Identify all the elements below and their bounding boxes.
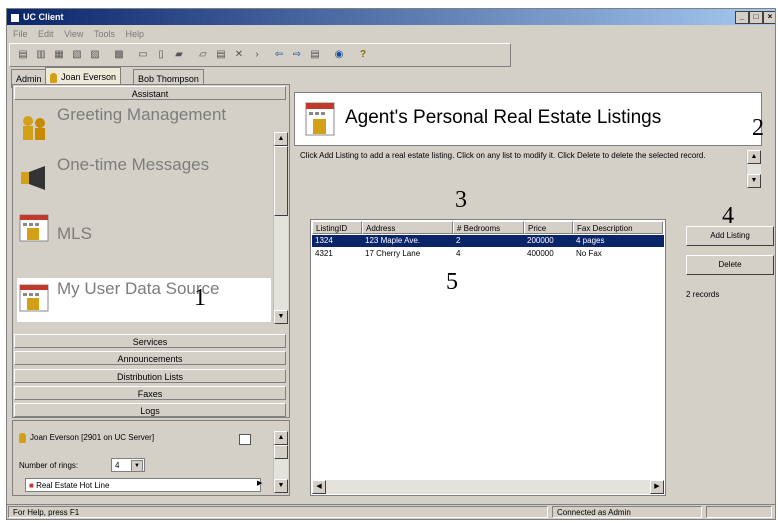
tool-icon[interactable]: ▥ bbox=[34, 48, 48, 61]
hotline-field[interactable]: ■ Real Estate Hot Line bbox=[25, 478, 261, 492]
menu-edit[interactable]: Edit bbox=[38, 29, 54, 39]
section-services[interactable]: Services bbox=[14, 334, 286, 348]
scroll-thumb[interactable] bbox=[274, 146, 288, 216]
assistant-list: Greeting Management One-time Messages ML… bbox=[15, 102, 273, 324]
connection-status: Connected as Admin bbox=[552, 506, 702, 518]
phone-icon[interactable] bbox=[239, 434, 251, 445]
chevron-right-icon[interactable]: ▶ bbox=[257, 479, 262, 487]
callout-2: 2 bbox=[752, 115, 764, 141]
scroll-down-icon[interactable]: ▼ bbox=[747, 174, 761, 188]
scroll-right-icon[interactable]: ▶ bbox=[650, 480, 664, 494]
add-listing-button[interactable]: Add Listing bbox=[686, 226, 774, 246]
scroll-up-icon[interactable]: ▲ bbox=[747, 150, 761, 164]
assistant-header[interactable]: Assistant bbox=[14, 86, 286, 100]
menu-bar: File Edit View Tools Help bbox=[7, 26, 775, 42]
column-header-listing-id[interactable]: ListingID bbox=[312, 221, 362, 234]
scroll-thumb[interactable] bbox=[274, 445, 288, 459]
user-status-panel: Joan Everson [2901 on UC Server] Number … bbox=[12, 420, 290, 496]
window-title: UC Client bbox=[23, 12, 64, 22]
status-pane-empty bbox=[706, 506, 772, 518]
column-header-fax-description[interactable]: Fax Description bbox=[573, 221, 663, 234]
menu-file[interactable]: File bbox=[13, 29, 28, 39]
maximize-button[interactable]: □ bbox=[749, 11, 763, 24]
scroll-left-icon[interactable]: ◀ bbox=[312, 480, 326, 494]
menu-tools[interactable]: Tools bbox=[94, 29, 115, 39]
tool-icon[interactable]: ▦ bbox=[52, 48, 66, 61]
tool-icon[interactable]: ▱ bbox=[196, 48, 210, 61]
help-status: For Help, press F1 bbox=[8, 506, 548, 518]
chevron-down-icon[interactable]: ▼ bbox=[131, 460, 143, 472]
help-icon[interactable]: ? bbox=[356, 48, 370, 61]
instructions-text: Click Add Listing to add a real estate l… bbox=[300, 151, 706, 160]
main-header: Agent's Personal Real Estate Listings bbox=[294, 92, 762, 146]
minimize-button[interactable]: _ bbox=[735, 11, 749, 24]
scroll-down-icon[interactable]: ▼ bbox=[274, 310, 288, 324]
person-icon bbox=[50, 72, 57, 83]
calendar-building-icon bbox=[19, 214, 49, 242]
callout-4: 4 bbox=[722, 203, 734, 229]
assistant-item-my-user-data-source[interactable]: My User Data Source bbox=[17, 278, 271, 322]
hotline-icon: ■ bbox=[29, 481, 37, 490]
delete-button[interactable]: Delete bbox=[686, 255, 774, 275]
callout-1: 1 bbox=[194, 285, 206, 311]
section-distribution-lists[interactable]: Distribution Lists bbox=[14, 369, 286, 383]
assistant-item-mls[interactable]: MLS bbox=[17, 212, 271, 256]
tool-icon[interactable]: ▤ bbox=[214, 48, 228, 61]
instructions-scrollbar[interactable]: ▲ ▼ bbox=[746, 150, 761, 188]
listings-grid: ListingID Address # Bedrooms Price Fax D… bbox=[310, 219, 666, 496]
rings-select[interactable]: 4 ▼ bbox=[111, 458, 145, 472]
scroll-up-icon[interactable]: ▲ bbox=[274, 431, 288, 445]
grid-horizontal-scrollbar[interactable]: ◀ ▶ bbox=[312, 480, 664, 494]
table-row[interactable]: 1324 123 Maple Ave. 2 200000 4 pages bbox=[312, 235, 664, 247]
tool-icon[interactable]: ▭ bbox=[136, 48, 150, 61]
menu-view[interactable]: View bbox=[64, 29, 83, 39]
back-arrow-icon[interactable]: ⇦ bbox=[272, 48, 286, 61]
menu-help[interactable]: Help bbox=[125, 29, 144, 39]
close-button[interactable]: × bbox=[763, 11, 775, 24]
page-icon[interactable]: ▤ bbox=[308, 48, 322, 61]
record-count: 2 records bbox=[686, 290, 720, 299]
callout-5: 5 bbox=[446, 269, 458, 295]
tool-icon[interactable]: ▩ bbox=[112, 48, 126, 61]
section-logs[interactable]: Logs bbox=[14, 403, 286, 417]
calendar-building-icon bbox=[305, 102, 335, 136]
assistant-scrollbar[interactable]: ▲ ▼ bbox=[273, 132, 288, 324]
column-header-price[interactable]: Price bbox=[524, 221, 573, 234]
status-bar: For Help, press F1 Connected as Admin bbox=[6, 504, 776, 520]
tool-icon[interactable]: ▤ bbox=[16, 48, 30, 61]
user-line: Joan Everson [2901 on UC Server] bbox=[19, 433, 154, 443]
toolbar: ▤ ▥ ▦ ▧ ▨ ▩ ▭ ▯ ▰ ▱ ▤ ✕ › ⇦ ⇨ ▤ ◉ ? bbox=[9, 43, 511, 67]
section-announcements[interactable]: Announcements bbox=[14, 351, 286, 365]
forward-arrow-icon[interactable]: ⇨ bbox=[290, 48, 304, 61]
rings-label: Number of rings: bbox=[19, 461, 79, 470]
calendar-building-icon bbox=[19, 284, 49, 312]
megaphone-icon bbox=[21, 166, 45, 190]
status-scrollbar[interactable]: ▲ ▼ bbox=[273, 431, 288, 493]
callout-3: 3 bbox=[455, 187, 467, 213]
tool-icon[interactable]: ▧ bbox=[70, 48, 84, 61]
person-icon bbox=[19, 433, 26, 443]
left-navigation-panel: Assistant Greeting Management One-time M… bbox=[12, 84, 290, 418]
column-header-address[interactable]: Address bbox=[362, 221, 453, 234]
section-faxes[interactable]: Faxes bbox=[14, 386, 286, 400]
main-panel: Agent's Personal Real Estate Listings Cl… bbox=[294, 92, 774, 496]
tool-icon[interactable]: ▯ bbox=[154, 48, 168, 61]
play-icon[interactable]: › bbox=[250, 48, 264, 61]
globe-icon[interactable]: ◉ bbox=[332, 48, 346, 61]
delete-x-icon[interactable]: ✕ bbox=[232, 48, 246, 61]
greeting-icon bbox=[23, 116, 45, 140]
column-header-bedrooms[interactable]: # Bedrooms bbox=[453, 221, 524, 234]
title-bar: UC Client _ □ × bbox=[7, 9, 775, 25]
assistant-item-one-time-messages[interactable]: One-time Messages bbox=[17, 154, 271, 198]
page-title: Agent's Personal Real Estate Listings bbox=[345, 107, 662, 128]
table-row[interactable]: 4321 17 Cherry Lane 4 400000 No Fax bbox=[312, 248, 664, 260]
tool-icon[interactable]: ▨ bbox=[88, 48, 102, 61]
tool-icon[interactable]: ▰ bbox=[172, 48, 186, 61]
scroll-down-icon[interactable]: ▼ bbox=[274, 479, 288, 493]
assistant-item-greeting[interactable]: Greeting Management bbox=[17, 104, 271, 148]
app-icon bbox=[10, 13, 20, 23]
scroll-up-icon[interactable]: ▲ bbox=[274, 132, 288, 146]
